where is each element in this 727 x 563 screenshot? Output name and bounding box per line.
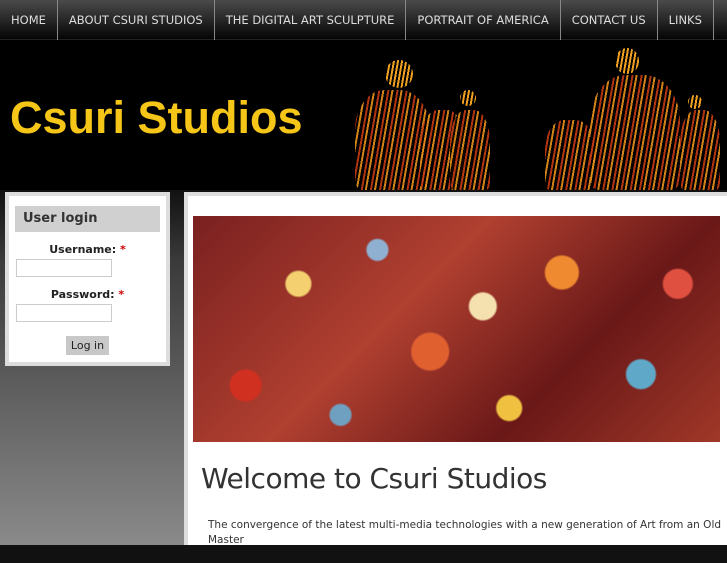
page-title: Welcome to Csuri Studios xyxy=(201,462,547,495)
nav-contact[interactable]: CONTACT US xyxy=(561,0,658,40)
nav-about[interactable]: ABOUT CSURI STUDIOS xyxy=(58,0,215,40)
main-nav: HOME ABOUT CSURI STUDIOS THE DIGITAL ART… xyxy=(0,0,727,40)
nav-home[interactable]: HOME xyxy=(0,0,58,40)
password-input[interactable] xyxy=(16,304,112,322)
username-label: Username: * xyxy=(49,243,126,256)
intro-text: The convergence of the latest multi-medi… xyxy=(208,519,722,561)
site-logo[interactable]: Csuri Studios xyxy=(10,92,303,144)
nav-portrait-of-america[interactable]: PORTRAIT OF AMERICA xyxy=(406,0,561,40)
login-title: User login xyxy=(15,206,160,232)
nav-digital-art-sculpture[interactable]: THE DIGITAL ART SCULPTURE xyxy=(215,0,407,40)
nav-links[interactable]: LINKS xyxy=(658,0,714,40)
password-label: Password: * xyxy=(50,288,125,301)
login-button[interactable]: Log in xyxy=(65,336,110,355)
username-input[interactable] xyxy=(16,259,112,277)
spheres-artwork-image xyxy=(193,216,720,442)
main-content: Welcome to Csuri Studios The convergence… xyxy=(184,192,727,561)
user-login-block: User login Username: * Password: * Log i… xyxy=(5,192,170,366)
header-banner: Csuri Studios xyxy=(0,40,727,190)
